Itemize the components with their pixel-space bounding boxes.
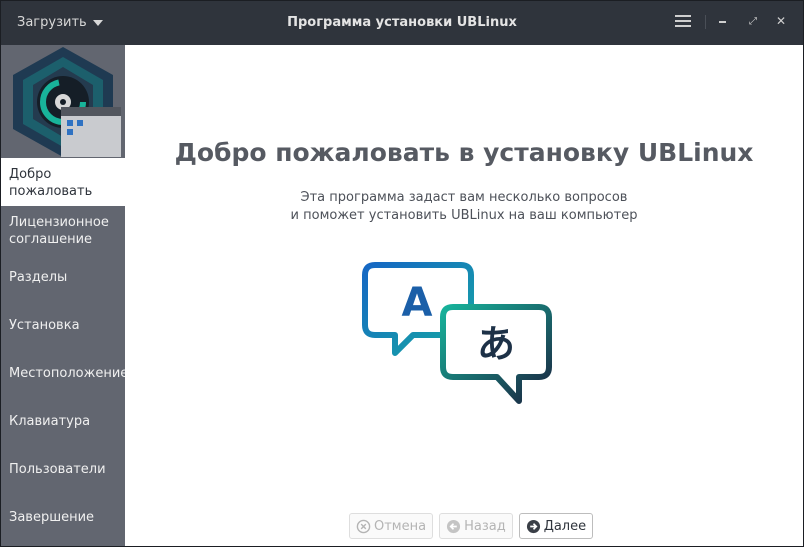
sidebar-nav: Добро пожаловать Лицензионное соглашение… — [1, 158, 128, 542]
back-button-label: Назад — [464, 518, 506, 534]
arrow-right-icon — [526, 519, 541, 534]
subtitle-line-1: Эта программа задаст вам несколько вопро… — [300, 190, 628, 205]
page-title: Добро пожаловать в установку UBLinux — [174, 138, 754, 167]
installer-window: Загрузить Программа установки UBLinux ⤢ … — [0, 0, 804, 547]
page-subtitle: Эта программа задаст вам несколько вопро… — [125, 189, 803, 225]
cancel-button-label: Отмена — [374, 518, 427, 534]
wizard-buttons: Отмена Назад Далее — [349, 513, 594, 539]
translation-bubbles-icon: A あ — [362, 262, 552, 404]
sidebar: Добро пожаловать Лицензионное соглашение… — [1, 45, 128, 546]
sidebar-item-install[interactable]: Установка — [1, 302, 125, 350]
sidebar-item-welcome[interactable]: Добро пожаловать — [1, 158, 125, 206]
titlebar: Загрузить Программа установки UBLinux ⤢ … — [1, 1, 803, 45]
glyph-hiragana-a: あ — [477, 322, 515, 366]
sidebar-item-keyboard[interactable]: Клавиатура — [1, 398, 125, 446]
titlebar-divider — [705, 15, 706, 29]
next-button-label: Далее — [543, 518, 587, 534]
sidebar-item-license[interactable]: Лицензионное соглашение — [1, 206, 125, 254]
sidebar-item-location[interactable]: Местоположение — [1, 350, 128, 398]
subtitle-line-2: и поможет установить UBLinux на ваш комп… — [290, 208, 638, 223]
hamburger-menu-icon[interactable] — [675, 13, 691, 29]
sidebar-item-users[interactable]: Пользователи — [1, 446, 125, 494]
back-button[interactable]: Назад — [439, 513, 513, 539]
sidebar-item-finish[interactable]: Завершение — [1, 494, 125, 542]
maximize-icon[interactable]: ⤢ — [749, 16, 757, 27]
cancel-button[interactable]: Отмена — [349, 513, 434, 539]
minimize-icon[interactable] — [719, 21, 726, 23]
arrow-left-icon — [446, 519, 461, 534]
glyph-a: A — [402, 280, 433, 326]
next-button[interactable]: Далее — [518, 513, 594, 539]
main-content: Добро пожаловать в установку UBLinux Эта… — [125, 45, 803, 546]
close-icon[interactable]: ✕ — [776, 14, 786, 28]
ublinux-installer-logo-icon — [1, 45, 125, 157]
cancel-icon — [356, 519, 371, 534]
sidebar-item-partitions[interactable]: Разделы — [1, 254, 125, 302]
